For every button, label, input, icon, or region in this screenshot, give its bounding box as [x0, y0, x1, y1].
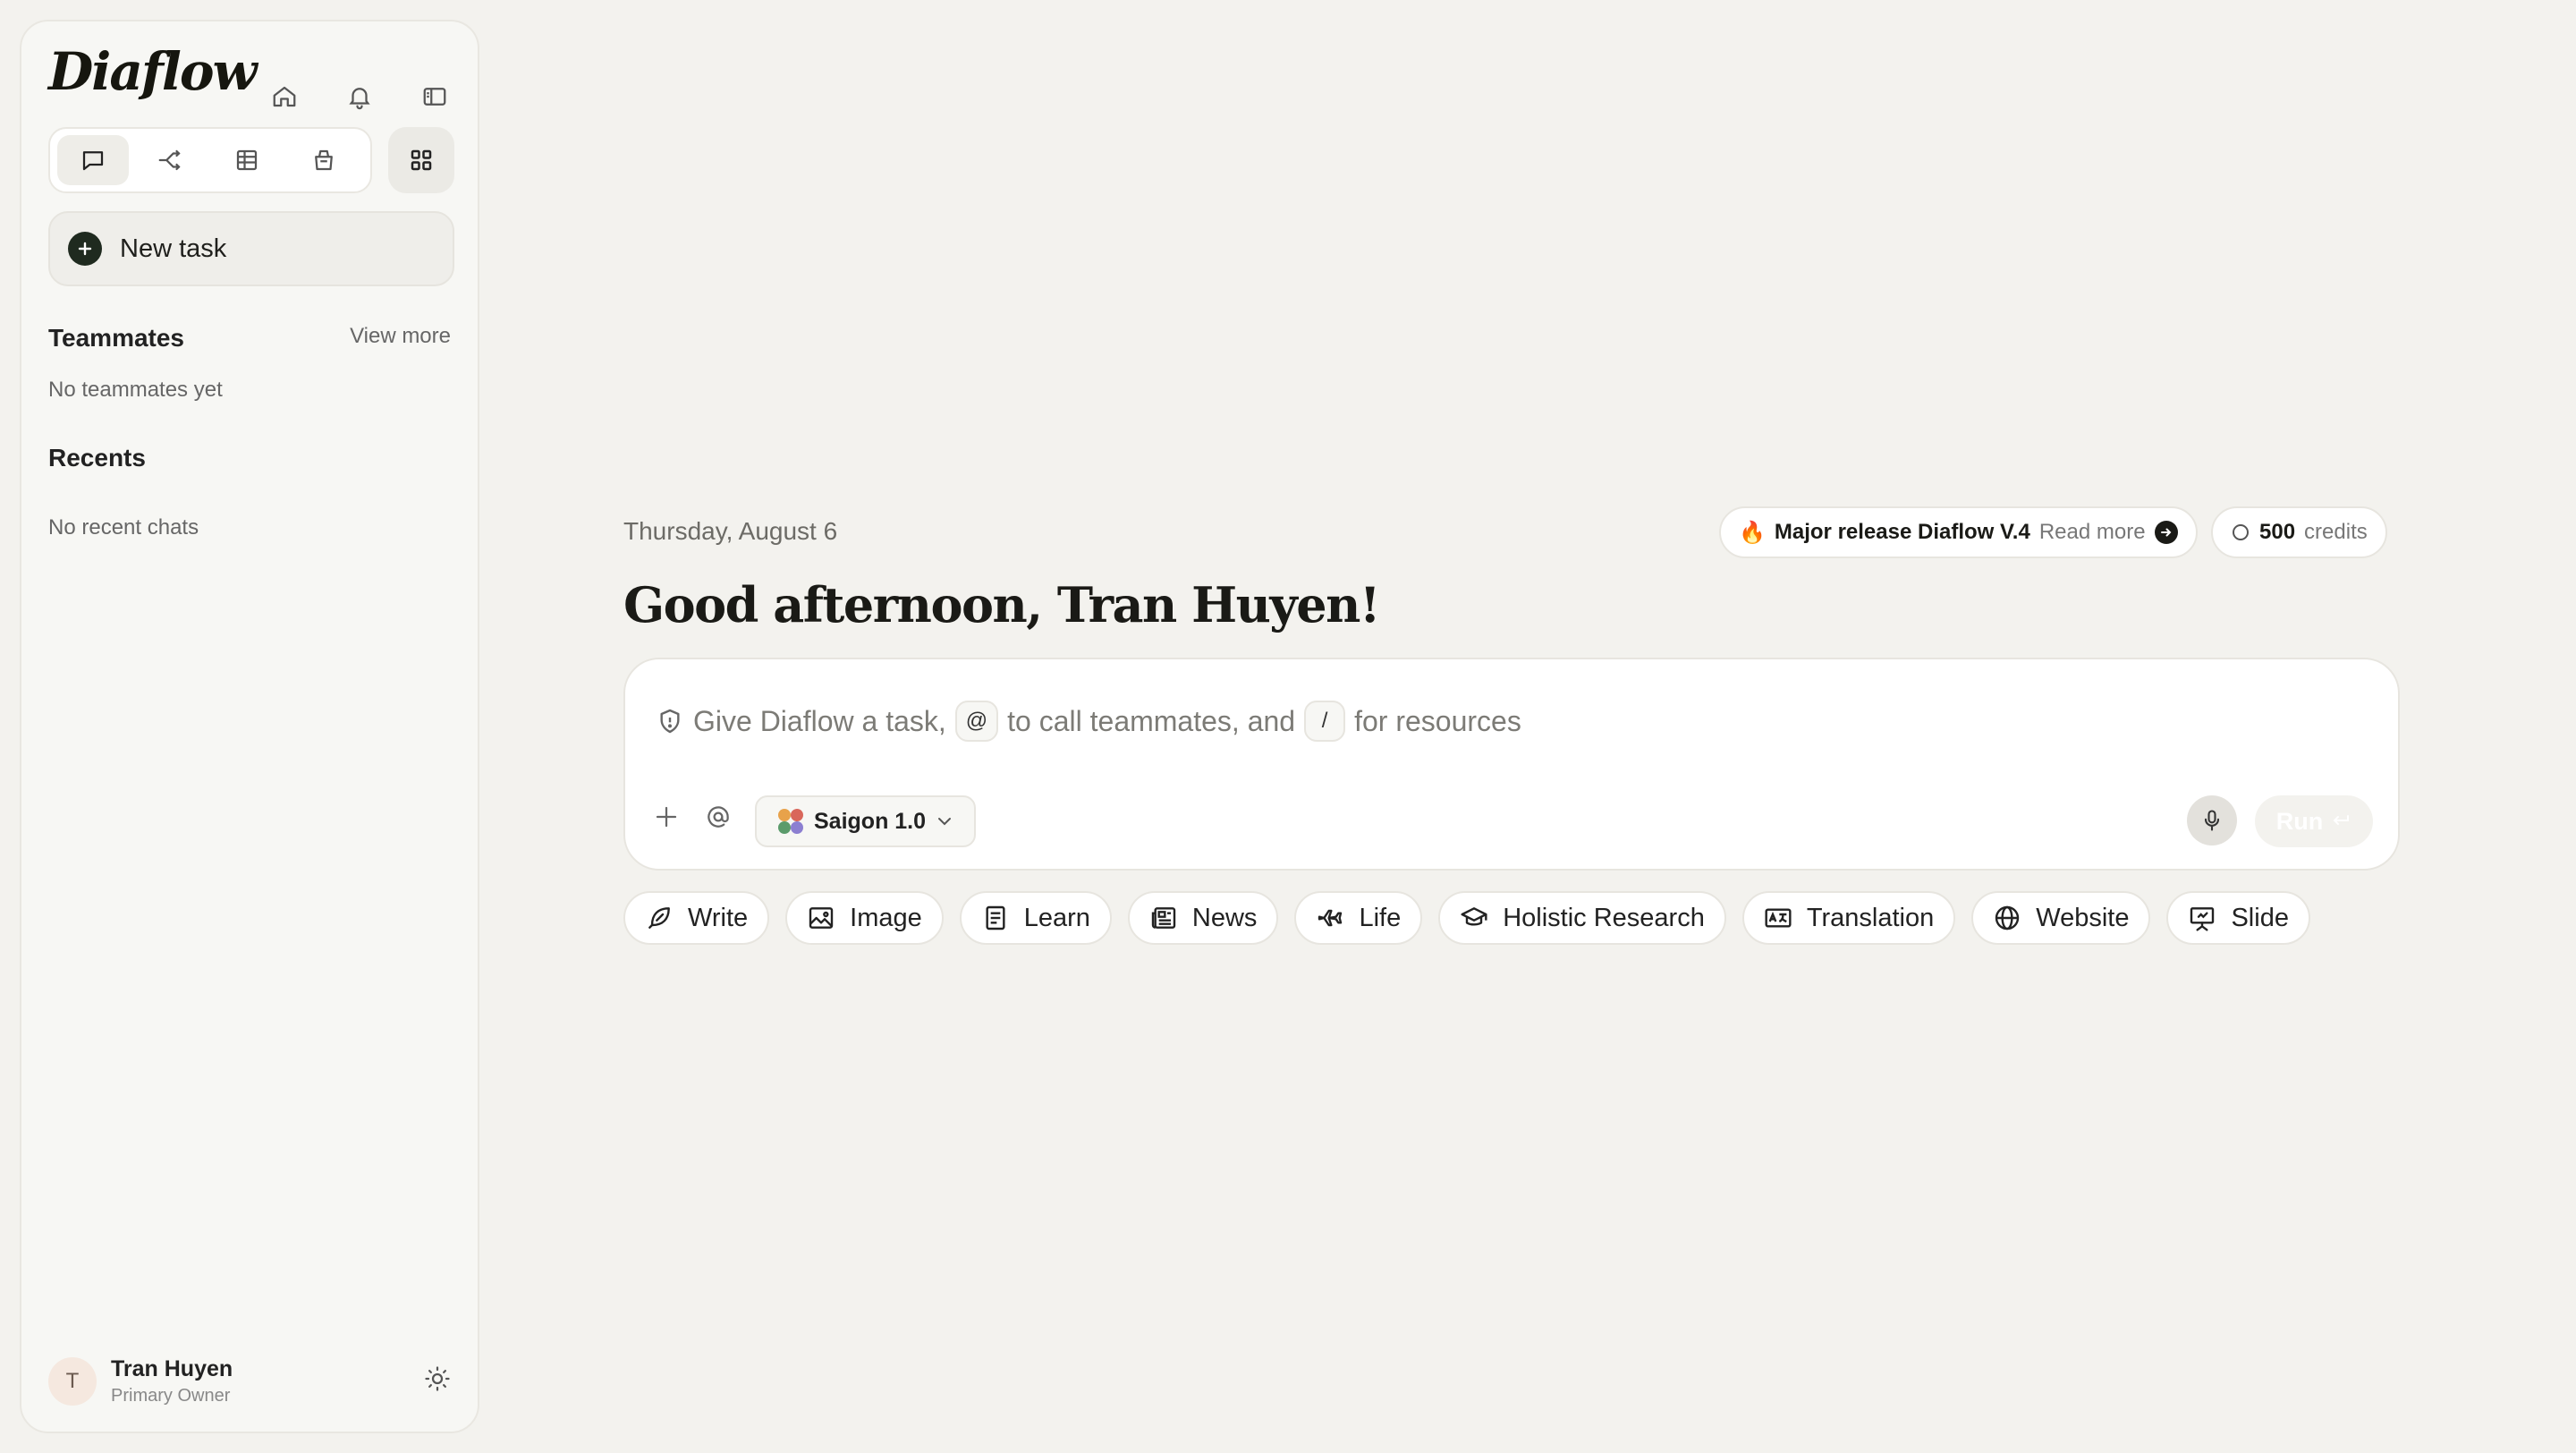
home-icon[interactable]	[265, 77, 304, 116]
chip-label: Translation	[1806, 903, 1935, 932]
new-task-button[interactable]: New task	[48, 211, 454, 286]
model-name: Saigon 1.0	[814, 808, 927, 834]
task-input-placeholder[interactable]: Give Diaflow a task, @ to call teammates…	[656, 701, 1521, 742]
chip-life[interactable]: Life	[1294, 891, 1423, 945]
newspaper-icon	[1151, 907, 1176, 929]
model-selector[interactable]: Saigon 1.0	[755, 795, 977, 847]
chevron-down-icon	[935, 811, 954, 831]
mention-icon[interactable]	[699, 797, 738, 837]
arrow-right-icon	[2154, 521, 2178, 544]
plus-icon	[68, 232, 102, 266]
chip-learn[interactable]: Learn	[959, 891, 1112, 945]
credits-badge[interactable]: 500 credits	[2211, 506, 2387, 558]
graduation-cap-icon	[1461, 907, 1487, 926]
apps-grid-button[interactable]	[388, 127, 454, 193]
avatar: T	[48, 1357, 97, 1406]
run-button[interactable]: Run	[2255, 795, 2373, 847]
teammates-title: Teammates	[48, 324, 185, 352]
greeting-heading: Good afternoon, Tran Huyen!	[623, 576, 1381, 633]
no-recents-text: No recent chats	[48, 515, 199, 540]
workflow-mode-button[interactable]	[134, 135, 206, 185]
fire-icon: 🔥	[1739, 520, 1766, 545]
credits-label: credits	[2304, 520, 2368, 544]
image-icon	[809, 907, 834, 929]
coin-icon	[2231, 523, 2250, 542]
chip-label: Website	[2036, 903, 2130, 932]
chip-translation[interactable]: Translation	[1741, 891, 1956, 945]
microphone-button[interactable]	[2187, 795, 2237, 845]
user-name: Tran Huyen	[111, 1356, 233, 1381]
feather-icon	[648, 907, 670, 929]
shield-icon	[656, 707, 684, 735]
chip-label: Learn	[1023, 903, 1090, 932]
prompt-text-1: Give Diaflow a task,	[693, 704, 946, 737]
model-logo-icon	[776, 807, 805, 836]
chip-news[interactable]: News	[1127, 891, 1279, 945]
chip-write[interactable]: Write	[623, 891, 770, 945]
recents-title: Recents	[48, 444, 146, 472]
table-mode-button[interactable]	[211, 135, 283, 185]
chip-label: Write	[688, 903, 749, 932]
sidebar-toggle-icon[interactable]	[415, 77, 454, 116]
user-role: Primary Owner	[111, 1386, 231, 1406]
chip-label: Slide	[2231, 903, 2289, 932]
chip-image[interactable]: Image	[785, 891, 944, 945]
prompt-text-2: to call teammates, and	[1007, 704, 1296, 737]
chip-label: News	[1191, 903, 1258, 932]
chip-website[interactable]: Website	[1971, 891, 2151, 945]
quick-action-chips: Write Image Learn News Life Holistic Res…	[623, 891, 2310, 945]
presentation-icon	[2190, 907, 2215, 931]
chip-label: Life	[1359, 903, 1402, 932]
chip-holistic-research[interactable]: Holistic Research	[1438, 891, 1726, 945]
chat-mode-button[interactable]	[57, 135, 129, 185]
sidebar: Diaflow New task Teammates View more No …	[20, 20, 479, 1433]
microphone-icon	[2204, 810, 2220, 831]
at-key-hint: @	[954, 701, 999, 742]
prompt-text-3: for resources	[1354, 704, 1521, 737]
view-more-link[interactable]: View more	[350, 324, 451, 349]
globe-icon	[1996, 905, 2020, 930]
chip-label: Holistic Research	[1503, 903, 1705, 932]
credits-amount: 500	[2259, 520, 2296, 544]
book-icon	[986, 905, 1005, 930]
diaflow-logo[interactable]: Diaflow	[48, 41, 258, 102]
slash-key-hint: /	[1304, 701, 1346, 742]
bell-icon[interactable]	[340, 77, 379, 116]
mode-switcher	[48, 127, 372, 193]
no-teammates-text: No teammates yet	[48, 378, 223, 402]
release-title: Major release Diaflow V.4	[1774, 520, 2030, 544]
translate-icon	[1765, 908, 1792, 928]
task-input-card[interactable]: Give Diaflow a task, @ to call teammates…	[623, 658, 2400, 871]
plane-icon	[1318, 909, 1343, 927]
chip-label: Image	[850, 903, 922, 932]
sun-icon[interactable]	[424, 1365, 451, 1392]
enter-icon	[2330, 811, 2351, 832]
user-profile[interactable]: T Tran Huyen Primary Owner	[48, 1356, 233, 1406]
run-label: Run	[2275, 807, 2324, 835]
store-mode-button[interactable]	[288, 135, 360, 185]
new-task-label: New task	[120, 234, 227, 263]
read-more-link[interactable]: Read more	[2039, 520, 2146, 545]
chip-slide[interactable]: Slide	[2166, 891, 2310, 945]
add-attachment-icon[interactable]	[647, 797, 686, 837]
release-banner[interactable]: 🔥 Major release Diaflow V.4 Read more	[1719, 506, 2198, 558]
current-date: Thursday, August 6	[623, 517, 838, 545]
